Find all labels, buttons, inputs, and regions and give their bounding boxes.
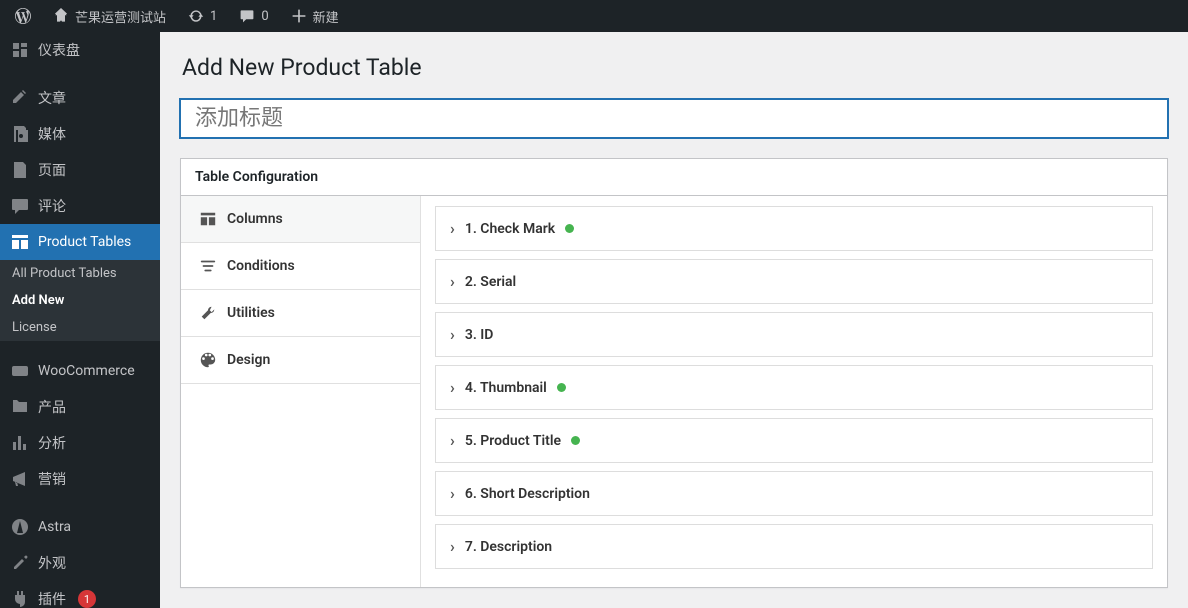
wp-logo[interactable] bbox=[8, 0, 38, 32]
submenu-add-new[interactable]: Add New bbox=[0, 287, 160, 314]
menu-comments[interactable]: 评论 bbox=[0, 188, 160, 224]
menu-product-tables[interactable]: Product Tables bbox=[0, 224, 160, 260]
updates-count: 1 bbox=[210, 9, 217, 24]
menu-plugins[interactable]: 插件1 bbox=[0, 581, 160, 608]
title-input[interactable] bbox=[180, 99, 1168, 138]
column-label: 6. Short Description bbox=[465, 486, 590, 502]
tab-columns[interactable]: Columns bbox=[181, 196, 420, 243]
menu-products[interactable]: 产品 bbox=[0, 389, 160, 425]
column-label: 2. Serial bbox=[465, 274, 516, 290]
site-name: 芒果运营测试站 bbox=[75, 7, 166, 26]
tab-utilities[interactable]: Utilities bbox=[181, 290, 420, 337]
new-link[interactable]: 新建 bbox=[284, 0, 346, 32]
chevron-right-icon: › bbox=[450, 431, 455, 450]
tab-conditions[interactable]: Conditions bbox=[181, 243, 420, 290]
menu-appearance[interactable]: 外观 bbox=[0, 545, 160, 581]
column-label: 7. Description bbox=[465, 539, 552, 555]
chevron-right-icon: › bbox=[450, 537, 455, 556]
menu-marketing[interactable]: 营销 bbox=[0, 461, 160, 497]
column-row[interactable]: › 3. ID bbox=[435, 312, 1153, 357]
menu-astra[interactable]: Astra bbox=[0, 509, 160, 545]
chevron-right-icon: › bbox=[450, 378, 455, 397]
active-dot-icon bbox=[565, 224, 574, 233]
comments-count: 0 bbox=[261, 9, 268, 24]
chevron-right-icon: › bbox=[450, 484, 455, 503]
menu-pages[interactable]: 页面 bbox=[0, 152, 160, 188]
column-row[interactable]: › 5. Product Title bbox=[435, 418, 1153, 463]
tab-design[interactable]: Design bbox=[181, 337, 420, 384]
submenu-product-tables: All Product Tables Add New License bbox=[0, 260, 160, 341]
chevron-right-icon: › bbox=[450, 272, 455, 291]
menu-dashboard[interactable]: 仪表盘 bbox=[0, 32, 160, 68]
active-dot-icon bbox=[571, 436, 580, 445]
page-title: Add New Product Table bbox=[182, 54, 1168, 81]
content-area: Add New Product Table Table Configuratio… bbox=[160, 32, 1188, 608]
chevron-right-icon: › bbox=[450, 325, 455, 344]
column-label: 1. Check Mark bbox=[465, 221, 555, 237]
column-row[interactable]: › 2. Serial bbox=[435, 259, 1153, 304]
column-row[interactable]: › 4. Thumbnail bbox=[435, 365, 1153, 410]
chevron-right-icon: › bbox=[450, 219, 455, 238]
admin-bar: 芒果运营测试站 1 0 新建 bbox=[0, 0, 1188, 32]
column-label: 5. Product Title bbox=[465, 433, 561, 449]
plugins-badge: 1 bbox=[78, 590, 96, 608]
panel-heading: Table Configuration bbox=[181, 159, 1167, 196]
comments-link[interactable]: 0 bbox=[232, 0, 275, 32]
config-tabs: Columns Conditions Utilities Design bbox=[181, 196, 421, 587]
new-label: 新建 bbox=[313, 7, 339, 26]
active-dot-icon bbox=[557, 383, 566, 392]
menu-analytics[interactable]: 分析 bbox=[0, 425, 160, 461]
column-label: 4. Thumbnail bbox=[465, 380, 547, 396]
columns-list: › 1. Check Mark › 2. Serial › 3. ID › 4. Thumbn… bbox=[421, 196, 1167, 587]
column-row[interactable]: › 7. Description bbox=[435, 524, 1153, 569]
column-row[interactable]: › 6. Short Description bbox=[435, 471, 1153, 516]
updates-link[interactable]: 1 bbox=[181, 0, 224, 32]
column-row[interactable]: › 1. Check Mark bbox=[435, 206, 1153, 251]
menu-media[interactable]: 媒体 bbox=[0, 116, 160, 152]
table-configuration-panel: Table Configuration Columns Conditions U… bbox=[180, 158, 1168, 588]
menu-woocommerce[interactable]: WooCommerce bbox=[0, 353, 160, 389]
site-link[interactable]: 芒果运营测试站 bbox=[46, 0, 173, 32]
column-label: 3. ID bbox=[465, 327, 494, 343]
menu-posts[interactable]: 文章 bbox=[0, 80, 160, 116]
admin-sidebar: 仪表盘 文章 媒体 页面 评论 Product Tables All Produ… bbox=[0, 32, 160, 608]
submenu-all-product-tables[interactable]: All Product Tables bbox=[0, 260, 160, 287]
submenu-license[interactable]: License bbox=[0, 314, 160, 341]
